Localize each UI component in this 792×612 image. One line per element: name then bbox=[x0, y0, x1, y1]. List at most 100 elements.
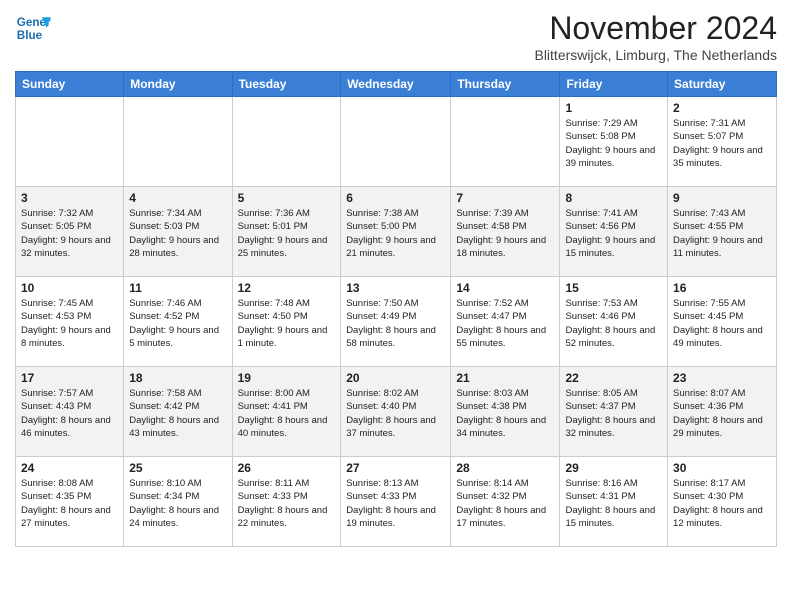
day-number: 6 bbox=[346, 191, 445, 205]
calendar-cell: 7 Sunrise: 7:39 AM Sunset: 4:58 PM Daylig… bbox=[451, 187, 560, 277]
title-block: November 2024 Blitterswijck, Limburg, Th… bbox=[534, 10, 777, 63]
calendar-cell: 21 Sunrise: 8:03 AM Sunset: 4:38 PM Dayli… bbox=[451, 367, 560, 457]
day-info: Sunrise: 8:10 AM Sunset: 4:34 PM Dayligh… bbox=[129, 477, 226, 530]
day-number: 27 bbox=[346, 461, 445, 475]
calendar-cell: 3 Sunrise: 7:32 AM Sunset: 5:05 PM Daylig… bbox=[16, 187, 124, 277]
day-info: Sunrise: 8:07 AM Sunset: 4:36 PM Dayligh… bbox=[673, 387, 771, 440]
day-number: 24 bbox=[21, 461, 118, 475]
calendar-cell: 29 Sunrise: 8:16 AM Sunset: 4:31 PM Dayli… bbox=[560, 457, 668, 547]
day-number: 4 bbox=[129, 191, 226, 205]
day-info: Sunrise: 7:41 AM Sunset: 4:56 PM Dayligh… bbox=[565, 207, 662, 260]
calendar-table: SundayMondayTuesdayWednesdayThursdayFrid… bbox=[15, 71, 777, 547]
calendar-cell bbox=[451, 97, 560, 187]
day-info: Sunrise: 7:29 AM Sunset: 5:08 PM Dayligh… bbox=[565, 117, 662, 170]
calendar-cell: 17Sunrise: 7:57 AM Sunset: 4:43 PM Dayli… bbox=[16, 367, 124, 457]
location: Blitterswijck, Limburg, The Netherlands bbox=[534, 47, 777, 63]
day-number: 19 bbox=[238, 371, 336, 385]
day-number: 9 bbox=[673, 191, 771, 205]
day-number: 3 bbox=[21, 191, 118, 205]
month-title: November 2024 bbox=[534, 10, 777, 47]
day-number: 5 bbox=[238, 191, 336, 205]
week-row-5: 24 Sunrise: 8:08 AM Sunset: 4:35 PM Dayli… bbox=[16, 457, 777, 547]
day-info: Sunrise: 7:38 AM Sunset: 5:00 PM Dayligh… bbox=[346, 207, 445, 260]
calendar-cell bbox=[124, 97, 232, 187]
day-info: Sunrise: 7:43 AM Sunset: 4:55 PM Dayligh… bbox=[673, 207, 771, 260]
day-number: 8 bbox=[565, 191, 662, 205]
calendar-cell: 12 Sunrise: 7:48 AM Sunset: 4:50 PM Dayli… bbox=[232, 277, 341, 367]
day-info: Sunrise: 8:03 AM Sunset: 4:38 PM Dayligh… bbox=[456, 387, 554, 440]
svg-text:Blue: Blue bbox=[17, 29, 43, 42]
day-info: Sunrise: 7:36 AM Sunset: 5:01 PM Dayligh… bbox=[238, 207, 336, 260]
calendar-cell: 25 Sunrise: 8:10 AM Sunset: 4:34 PM Dayli… bbox=[124, 457, 232, 547]
week-row-1: 1 Sunrise: 7:29 AM Sunset: 5:08 PM Daylig… bbox=[16, 97, 777, 187]
weekday-header-monday: Monday bbox=[124, 72, 232, 97]
logo-icon: General Blue bbox=[15, 10, 51, 46]
day-info: Sunrise: 7:39 AM Sunset: 4:58 PM Dayligh… bbox=[456, 207, 554, 260]
day-number: 16 bbox=[673, 281, 771, 295]
day-info: Sunrise: 8:02 AM Sunset: 4:40 PM Dayligh… bbox=[346, 387, 445, 440]
calendar-cell: 14 Sunrise: 7:52 AM Sunset: 4:47 PM Dayli… bbox=[451, 277, 560, 367]
page-header: General Blue November 2024 Blitterswijck… bbox=[15, 10, 777, 63]
day-info: Sunrise: 7:32 AM Sunset: 5:05 PM Dayligh… bbox=[21, 207, 118, 260]
calendar-cell bbox=[16, 97, 124, 187]
calendar-cell: 13 Sunrise: 7:50 AM Sunset: 4:49 PM Dayli… bbox=[341, 277, 451, 367]
calendar-cell: 1 Sunrise: 7:29 AM Sunset: 5:08 PM Daylig… bbox=[560, 97, 668, 187]
day-info: Sunrise: 7:52 AM Sunset: 4:47 PM Dayligh… bbox=[456, 297, 554, 350]
logo: General Blue bbox=[15, 10, 51, 46]
calendar-cell bbox=[232, 97, 341, 187]
day-info: Sunrise: 7:53 AM Sunset: 4:46 PM Dayligh… bbox=[565, 297, 662, 350]
day-info: Sunrise: 8:17 AM Sunset: 4:30 PM Dayligh… bbox=[673, 477, 771, 530]
day-number: 25 bbox=[129, 461, 226, 475]
week-row-3: 10Sunrise: 7:45 AM Sunset: 4:53 PM Dayli… bbox=[16, 277, 777, 367]
calendar-cell: 11 Sunrise: 7:46 AM Sunset: 4:52 PM Dayli… bbox=[124, 277, 232, 367]
day-info: Sunrise: 7:57 AM Sunset: 4:43 PM Dayligh… bbox=[21, 387, 118, 440]
day-info: Sunrise: 8:00 AM Sunset: 4:41 PM Dayligh… bbox=[238, 387, 336, 440]
weekday-header-friday: Friday bbox=[560, 72, 668, 97]
calendar-cell: 10Sunrise: 7:45 AM Sunset: 4:53 PM Dayli… bbox=[16, 277, 124, 367]
day-number: 21 bbox=[456, 371, 554, 385]
day-info: Sunrise: 7:48 AM Sunset: 4:50 PM Dayligh… bbox=[238, 297, 336, 350]
weekday-header-row: SundayMondayTuesdayWednesdayThursdayFrid… bbox=[16, 72, 777, 97]
calendar-cell: 15Sunrise: 7:53 AM Sunset: 4:46 PM Dayli… bbox=[560, 277, 668, 367]
day-number: 29 bbox=[565, 461, 662, 475]
day-number: 28 bbox=[456, 461, 554, 475]
weekday-header-tuesday: Tuesday bbox=[232, 72, 341, 97]
day-info: Sunrise: 8:05 AM Sunset: 4:37 PM Dayligh… bbox=[565, 387, 662, 440]
day-number: 23 bbox=[673, 371, 771, 385]
day-number: 13 bbox=[346, 281, 445, 295]
day-info: Sunrise: 8:08 AM Sunset: 4:35 PM Dayligh… bbox=[21, 477, 118, 530]
day-number: 7 bbox=[456, 191, 554, 205]
day-number: 11 bbox=[129, 281, 226, 295]
day-info: Sunrise: 7:31 AM Sunset: 5:07 PM Dayligh… bbox=[673, 117, 771, 170]
day-info: Sunrise: 7:46 AM Sunset: 4:52 PM Dayligh… bbox=[129, 297, 226, 350]
week-row-2: 3 Sunrise: 7:32 AM Sunset: 5:05 PM Daylig… bbox=[16, 187, 777, 277]
calendar-cell: 5 Sunrise: 7:36 AM Sunset: 5:01 PM Daylig… bbox=[232, 187, 341, 277]
calendar-cell: 9 Sunrise: 7:43 AM Sunset: 4:55 PM Daylig… bbox=[668, 187, 777, 277]
day-number: 12 bbox=[238, 281, 336, 295]
calendar-cell: 26Sunrise: 8:11 AM Sunset: 4:33 PM Dayli… bbox=[232, 457, 341, 547]
day-number: 30 bbox=[673, 461, 771, 475]
day-number: 2 bbox=[673, 101, 771, 115]
calendar-cell: 30 Sunrise: 8:17 AM Sunset: 4:30 PM Dayli… bbox=[668, 457, 777, 547]
calendar-cell bbox=[341, 97, 451, 187]
day-number: 18 bbox=[129, 371, 226, 385]
day-number: 1 bbox=[565, 101, 662, 115]
calendar-cell: 16Sunrise: 7:55 AM Sunset: 4:45 PM Dayli… bbox=[668, 277, 777, 367]
weekday-header-wednesday: Wednesday bbox=[341, 72, 451, 97]
calendar-cell: 23 Sunrise: 8:07 AM Sunset: 4:36 PM Dayli… bbox=[668, 367, 777, 457]
day-info: Sunrise: 8:16 AM Sunset: 4:31 PM Dayligh… bbox=[565, 477, 662, 530]
calendar-cell: 24 Sunrise: 8:08 AM Sunset: 4:35 PM Dayli… bbox=[16, 457, 124, 547]
day-info: Sunrise: 7:34 AM Sunset: 5:03 PM Dayligh… bbox=[129, 207, 226, 260]
day-info: Sunrise: 8:14 AM Sunset: 4:32 PM Dayligh… bbox=[456, 477, 554, 530]
calendar-cell: 2 Sunrise: 7:31 AM Sunset: 5:07 PM Daylig… bbox=[668, 97, 777, 187]
calendar-cell: 6 Sunrise: 7:38 AM Sunset: 5:00 PM Daylig… bbox=[341, 187, 451, 277]
calendar-cell: 4 Sunrise: 7:34 AM Sunset: 5:03 PM Daylig… bbox=[124, 187, 232, 277]
calendar-cell: 18Sunrise: 7:58 AM Sunset: 4:42 PM Dayli… bbox=[124, 367, 232, 457]
day-number: 14 bbox=[456, 281, 554, 295]
calendar-cell: 8 Sunrise: 7:41 AM Sunset: 4:56 PM Daylig… bbox=[560, 187, 668, 277]
day-info: Sunrise: 7:45 AM Sunset: 4:53 PM Dayligh… bbox=[21, 297, 118, 350]
calendar-cell: 27Sunrise: 8:13 AM Sunset: 4:33 PM Dayli… bbox=[341, 457, 451, 547]
day-info: Sunrise: 7:50 AM Sunset: 4:49 PM Dayligh… bbox=[346, 297, 445, 350]
calendar-cell: 22Sunrise: 8:05 AM Sunset: 4:37 PM Dayli… bbox=[560, 367, 668, 457]
week-row-4: 17Sunrise: 7:57 AM Sunset: 4:43 PM Dayli… bbox=[16, 367, 777, 457]
